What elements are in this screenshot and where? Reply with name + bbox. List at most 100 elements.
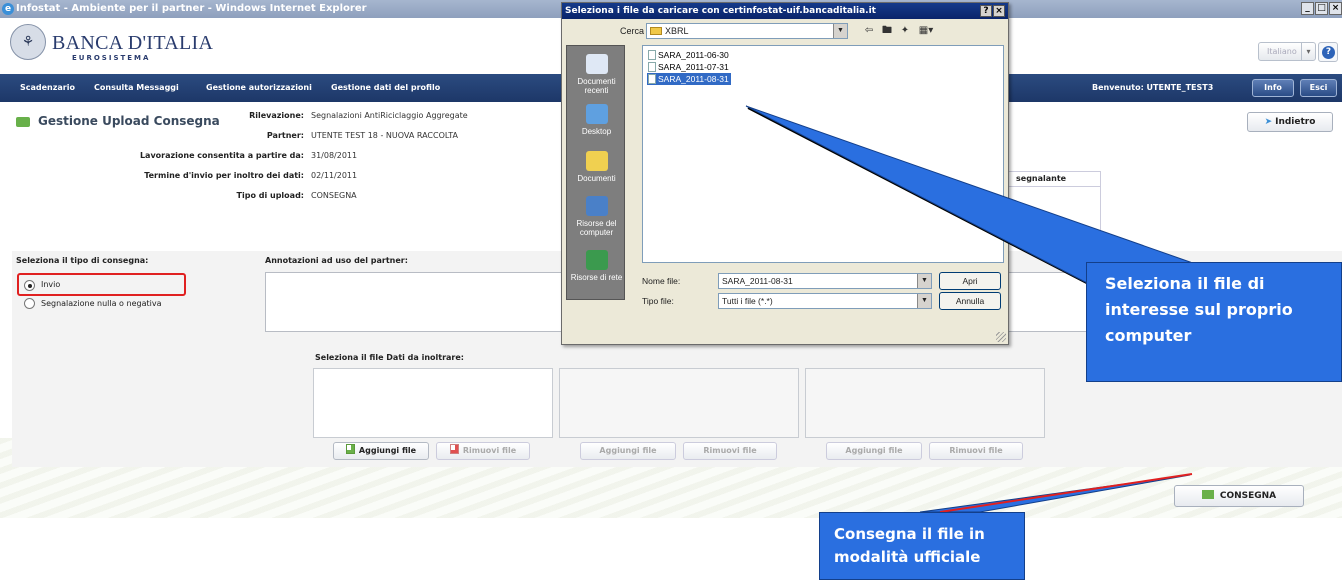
language-value: Italiano <box>1267 47 1297 56</box>
place-computer[interactable]: Risorse del computer <box>567 196 626 237</box>
dialog-close-button[interactable]: × <box>993 5 1005 17</box>
notes-label: Annotazioni ad uso del partner: <box>265 256 408 265</box>
info-value-rilevazione: Segnalazioni AntiRiciclaggio Aggregate <box>311 111 468 120</box>
file-icon <box>648 50 656 60</box>
info-label-deadline: Termine d'invio per inoltro dei dati: <box>144 171 304 180</box>
file-name: SARA_2011-07-31 <box>658 62 729 72</box>
cancel-button[interactable]: Annulla <box>939 292 1001 310</box>
info-value-start-date: 31/08/2011 <box>311 151 358 160</box>
chevron-down-icon: ▼ <box>833 24 847 38</box>
minimize-button[interactable]: _ <box>1301 2 1314 15</box>
recent-documents-icon <box>585 54 608 74</box>
computer-icon <box>585 196 608 216</box>
network-icon <box>585 250 608 270</box>
back-arrow-icon: ➤ <box>1264 117 1273 127</box>
callout-deliver-file: Consegna il file in modalità ufficiale <box>819 512 1025 580</box>
info-value-deadline: 02/11/2011 <box>311 171 358 180</box>
file-open-dialog: Seleziona i file da caricare con certinf… <box>561 2 1009 345</box>
nav-item-consulta-messaggi[interactable]: Consulta Messaggi <box>94 83 179 92</box>
nav-item-gestione-profilo[interactable]: Gestione dati del profilo <box>331 83 440 92</box>
place-desktop[interactable]: Desktop <box>567 104 626 136</box>
maximize-button[interactable]: □ <box>1315 2 1328 15</box>
help-icon: ? <box>1322 46 1335 59</box>
back-button[interactable]: ➤ Indietro <box>1247 112 1333 132</box>
chevron-down-icon: ▼ <box>917 294 931 308</box>
documents-icon <box>585 151 608 171</box>
info-label-upload-type: Tipo di upload: <box>236 191 304 200</box>
file-type-label: Tipo file: <box>642 296 674 306</box>
file-slot-2 <box>559 368 799 438</box>
window-title: Infostat - Ambiente per il partner - Win… <box>16 3 367 14</box>
remove-file-button-2[interactable]: Rimuovi file <box>683 442 777 460</box>
info-button[interactable]: Info <box>1252 79 1294 97</box>
list-item-selected[interactable]: SARA_2011-08-31 <box>647 73 731 85</box>
open-button[interactable]: Apri <box>939 272 1001 290</box>
consegna-label: CONSEGNA <box>1219 491 1277 501</box>
consegna-button[interactable]: CONSEGNA <box>1174 485 1304 507</box>
bank-logo: ⚘ <box>10 24 46 60</box>
place-label: Documenti <box>577 174 616 183</box>
place-label: Risorse di rete <box>570 273 623 282</box>
info-value-upload-type: CONSEGNA <box>311 191 357 200</box>
file-list: SARA_2011-06-30 SARA_2011-07-31 SARA_201… <box>642 45 1004 263</box>
deliver-icon <box>1201 490 1214 499</box>
remove-file-button-3[interactable]: Rimuovi file <box>929 442 1023 460</box>
radio-invio[interactable] <box>24 280 35 291</box>
new-folder-icon[interactable]: ✦ <box>898 24 912 38</box>
add-file-button[interactable]: Aggiungi file <box>333 442 429 460</box>
close-button[interactable]: × <box>1329 2 1342 15</box>
add-file-button-2[interactable]: Aggiungi file <box>580 442 676 460</box>
radio-invio-label: Invio <box>41 280 61 289</box>
place-documents[interactable]: Documenti <box>567 151 626 183</box>
back-icon[interactable]: ⇦ <box>862 24 876 38</box>
desktop-icon <box>585 104 608 124</box>
add-file-button-3[interactable]: Aggiungi file <box>826 442 922 460</box>
bank-subtitle: EUROSISTEMA <box>72 54 151 62</box>
file-type-value: Tutti i file (*.*) <box>722 296 773 306</box>
nav-item-gestione-autorizzazioni[interactable]: Gestione autorizzazioni <box>206 83 312 92</box>
place-network[interactable]: Risorse di rete <box>567 250 626 282</box>
files-label: Seleziona il file Dati da inoltrare: <box>315 353 464 362</box>
welcome-user: Benvenuto: UTENTE_TEST3 <box>1092 83 1214 92</box>
radio-segnalazione-nulla[interactable] <box>24 298 35 309</box>
exit-button[interactable]: Esci <box>1300 79 1337 97</box>
list-item[interactable]: SARA_2011-06-30 <box>647 49 729 61</box>
remove-file-icon <box>449 444 459 454</box>
remove-file-button[interactable]: Rimuovi file <box>436 442 530 460</box>
file-slot-1[interactable] <box>313 368 553 438</box>
radio-segnalazione-nulla-label: Segnalazione nulla o negativa <box>41 299 162 308</box>
callout-select-file: Seleziona il file di interesse sul propr… <box>1086 262 1342 382</box>
ie-icon: e <box>2 3 14 15</box>
dialog-title: Seleziona i file da caricare con certinf… <box>565 6 876 16</box>
place-label: Risorse del computer <box>576 219 617 237</box>
help-button[interactable]: ? <box>1318 42 1338 62</box>
file-name-label: Nome file: <box>642 276 681 286</box>
view-menu-icon[interactable]: ▦▾ <box>916 24 936 38</box>
resize-grip-icon[interactable] <box>996 332 1006 342</box>
chevron-down-icon: ▾ <box>1301 43 1315 60</box>
look-in-select[interactable]: XBRL ▼ <box>646 23 848 39</box>
file-icon <box>648 74 656 84</box>
place-recent[interactable]: Documenti recenti <box>567 54 626 95</box>
language-select[interactable]: Italiano ▾ <box>1258 42 1316 61</box>
up-folder-icon[interactable]: 🖿 <box>880 24 894 38</box>
file-type-select[interactable]: Tutti i file (*.*) ▼ <box>718 293 932 309</box>
place-label: Documenti recenti <box>577 77 616 95</box>
places-bar: Documenti recenti Desktop Documenti Riso… <box>566 45 625 300</box>
info-value-partner: UTENTE TEST 18 - NUOVA RACCOLTA <box>311 131 458 140</box>
window-controls: _ □ × <box>1301 2 1342 16</box>
file-name-input[interactable]: SARA_2011-08-31 ▼ <box>718 273 932 289</box>
remove-file-label: Rimuovi file <box>462 446 517 455</box>
file-name-value: SARA_2011-08-31 <box>722 276 793 286</box>
dialog-help-button[interactable]: ? <box>980 5 992 17</box>
list-item[interactable]: SARA_2011-07-31 <box>647 61 729 73</box>
place-label: Desktop <box>581 127 612 136</box>
folder-icon <box>650 27 662 35</box>
file-slot-3 <box>805 368 1045 438</box>
chevron-down-icon: ▼ <box>917 274 931 288</box>
file-name: SARA_2011-08-31 <box>658 74 729 84</box>
dialog-titlebar: Seleziona i file da caricare con certinf… <box>562 3 1008 19</box>
bank-name: BANCA D'ITALIA <box>52 32 214 54</box>
look-in-value: XBRL <box>665 26 689 36</box>
nav-item-scadenzario[interactable]: Scadenzario <box>20 83 75 92</box>
